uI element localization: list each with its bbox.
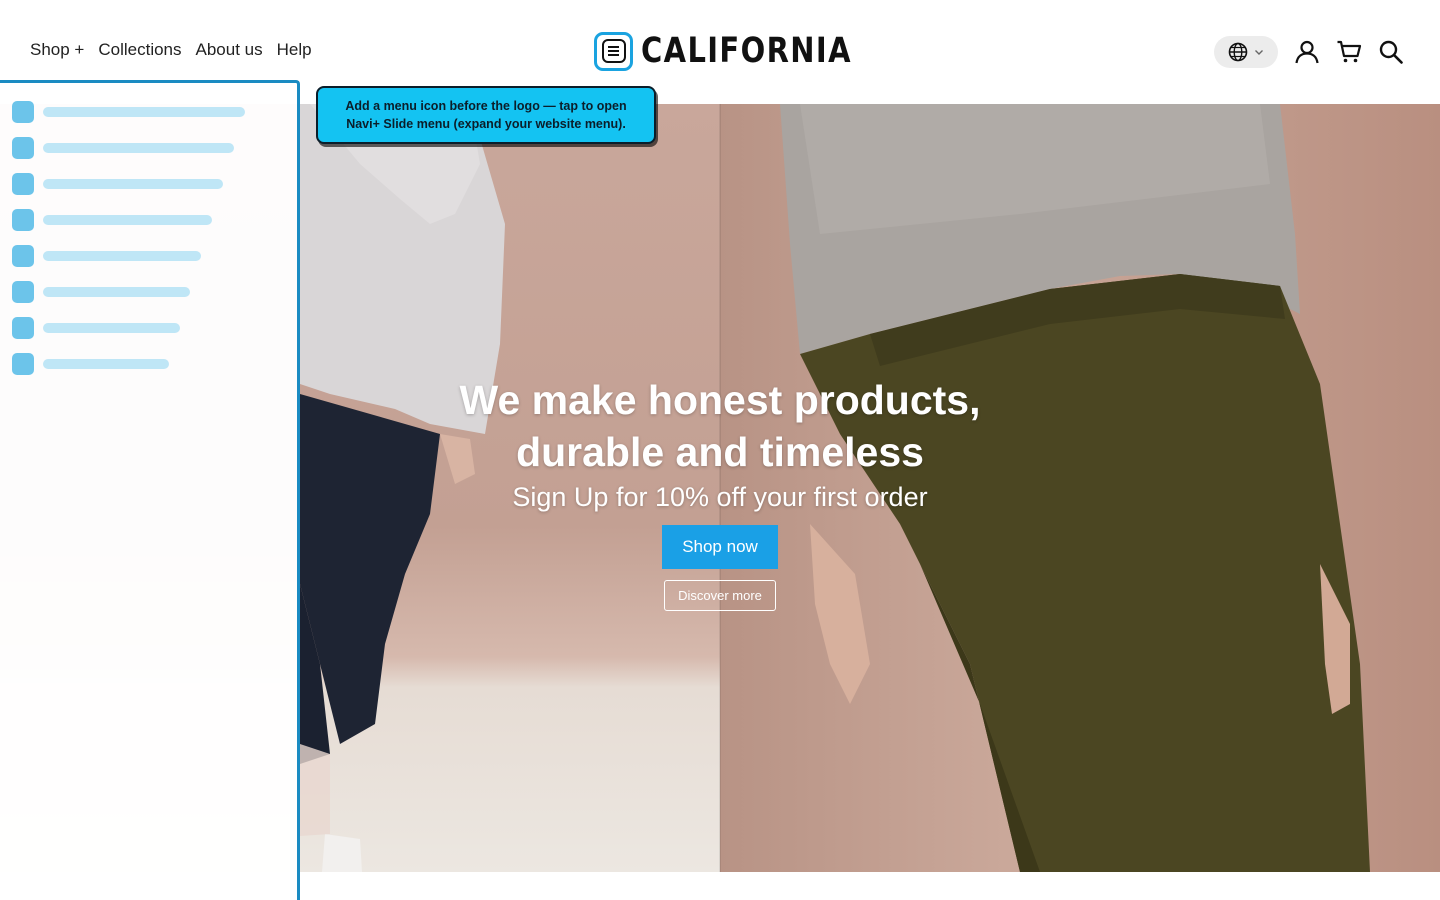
menu-icon[interactable] [594, 31, 633, 71]
nav-help[interactable]: Help [277, 40, 312, 60]
nav-shop[interactable]: Shop + [30, 40, 84, 60]
menu-item-icon [12, 209, 34, 231]
nav-about-us[interactable]: About us [196, 40, 263, 60]
slide-menu-item[interactable] [12, 173, 223, 195]
menu-item-icon [12, 173, 34, 195]
hero-subline: Sign Up for 10% off your first order [512, 482, 928, 512]
logo-text[interactable]: CALIFORNIA [641, 31, 852, 71]
chevron-down-icon [1255, 50, 1263, 55]
shop-now-button[interactable]: Shop now [662, 525, 778, 569]
user-icon[interactable] [1294, 39, 1320, 65]
slide-menu-item[interactable] [12, 353, 169, 375]
slide-menu-panel[interactable] [0, 80, 300, 900]
logo: CALIFORNIA [594, 31, 870, 71]
menu-item-icon [12, 101, 34, 123]
menu-item-icon [12, 353, 34, 375]
menu-item-icon [12, 137, 34, 159]
menu-item-icon [12, 281, 34, 303]
language-selector[interactable] [1214, 36, 1278, 68]
main-nav: Shop + Collections About us Help [30, 40, 312, 60]
globe-icon [1228, 42, 1248, 62]
menu-item-icon [12, 245, 34, 267]
slide-menu-item[interactable] [12, 101, 245, 123]
slide-menu-item[interactable] [12, 281, 190, 303]
cart-icon[interactable] [1336, 39, 1362, 65]
slide-menu-item[interactable] [12, 317, 180, 339]
discover-more-button[interactable]: Discover more [664, 580, 776, 611]
slide-menu-item[interactable] [12, 137, 234, 159]
header-actions [1214, 36, 1404, 68]
nav-collections[interactable]: Collections [98, 40, 181, 60]
menu-icon-tooltip: Add a menu icon before the logo — tap to… [316, 86, 656, 144]
hero-headline: We make honest products, durable and tim… [459, 377, 981, 475]
slide-menu-item[interactable] [12, 209, 212, 231]
search-icon[interactable] [1378, 39, 1404, 65]
menu-item-icon [12, 317, 34, 339]
slide-menu-item[interactable] [12, 245, 201, 267]
